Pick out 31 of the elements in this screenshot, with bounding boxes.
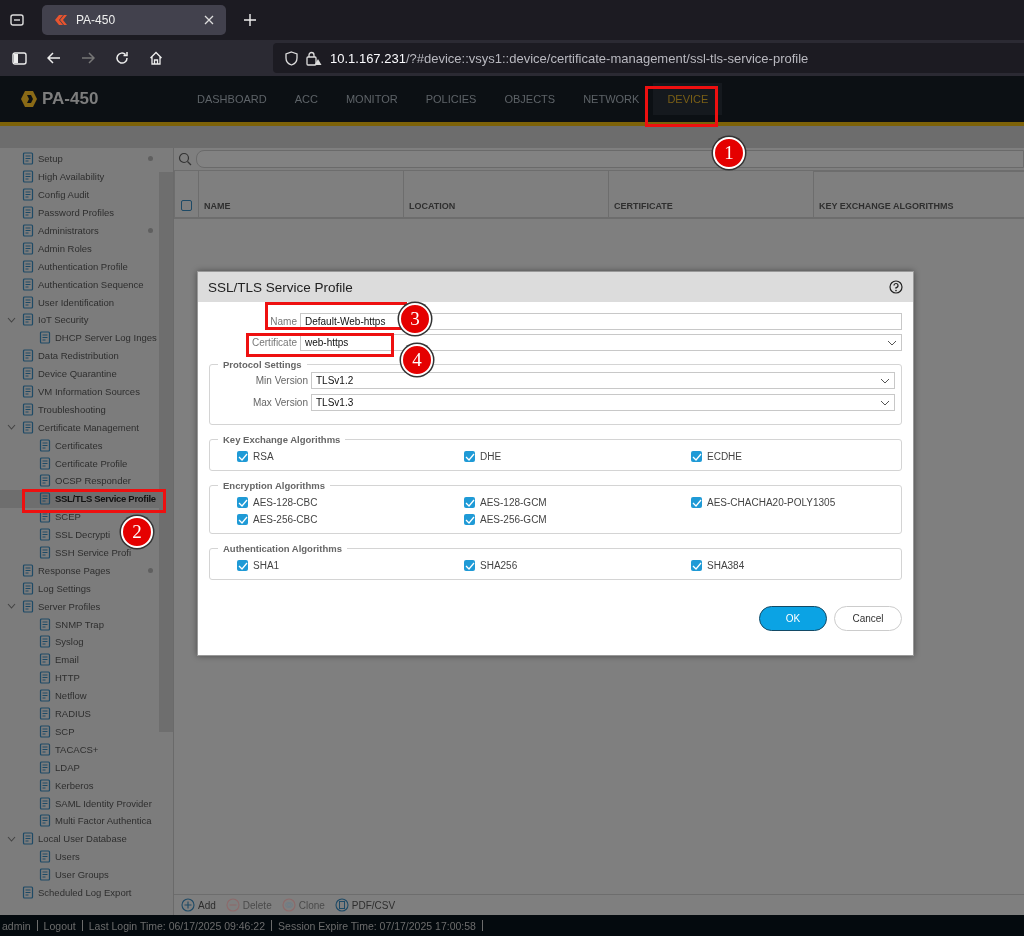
user-name: admin: [2, 919, 31, 932]
checkbox-label: AES-CHACHA20-POLY1305: [707, 497, 836, 508]
url-path: /?#device::vsys1::device/certificate-management/ssl-tls-service-profile: [405, 50, 809, 66]
checkbox-label: DHE: [480, 451, 502, 462]
dialog-title: SSL/TLS Service Profile: [208, 279, 353, 295]
group-title: Key Exchange Algorithms: [222, 434, 342, 445]
last-login-text: Last Login Time: 06/17/2025 09:46:22: [88, 919, 266, 932]
step-number: 3: [399, 303, 431, 335]
checkbox-label: SHA384: [707, 560, 745, 571]
step-number: 4: [401, 344, 433, 376]
product-name: PA-450: [42, 89, 99, 109]
checkbox-label: AES-128-CBC: [253, 497, 318, 508]
field-label: Name: [269, 316, 298, 327]
checkbox-label: SHA256: [480, 560, 518, 571]
field-label: Max Version: [251, 397, 309, 408]
checkbox-label: AES-256-CBC: [253, 514, 318, 525]
step-number: 2: [121, 516, 153, 548]
group-title: Authentication Algorithms: [222, 543, 343, 554]
session-expire-text: Session Expire Time: 07/17/2025 17:00:58: [278, 919, 476, 932]
url-host: 10.1.167.231: [330, 50, 406, 66]
field-label: Certificate: [251, 337, 298, 348]
checkbox-label: AES-128-GCM: [480, 497, 547, 508]
checkbox-label: ECDHE: [707, 451, 742, 462]
step-number: 1: [713, 137, 745, 169]
field-label: Min Version: [254, 375, 309, 386]
tab-title: PA-450: [76, 13, 117, 27]
checkbox-label: SHA1: [253, 560, 280, 571]
checkbox-label: AES-256-GCM: [480, 514, 547, 525]
group-title: Encryption Algorithms: [222, 480, 327, 491]
checkbox-label: RSA: [253, 451, 274, 462]
group-title: Protocol Settings: [222, 359, 303, 370]
